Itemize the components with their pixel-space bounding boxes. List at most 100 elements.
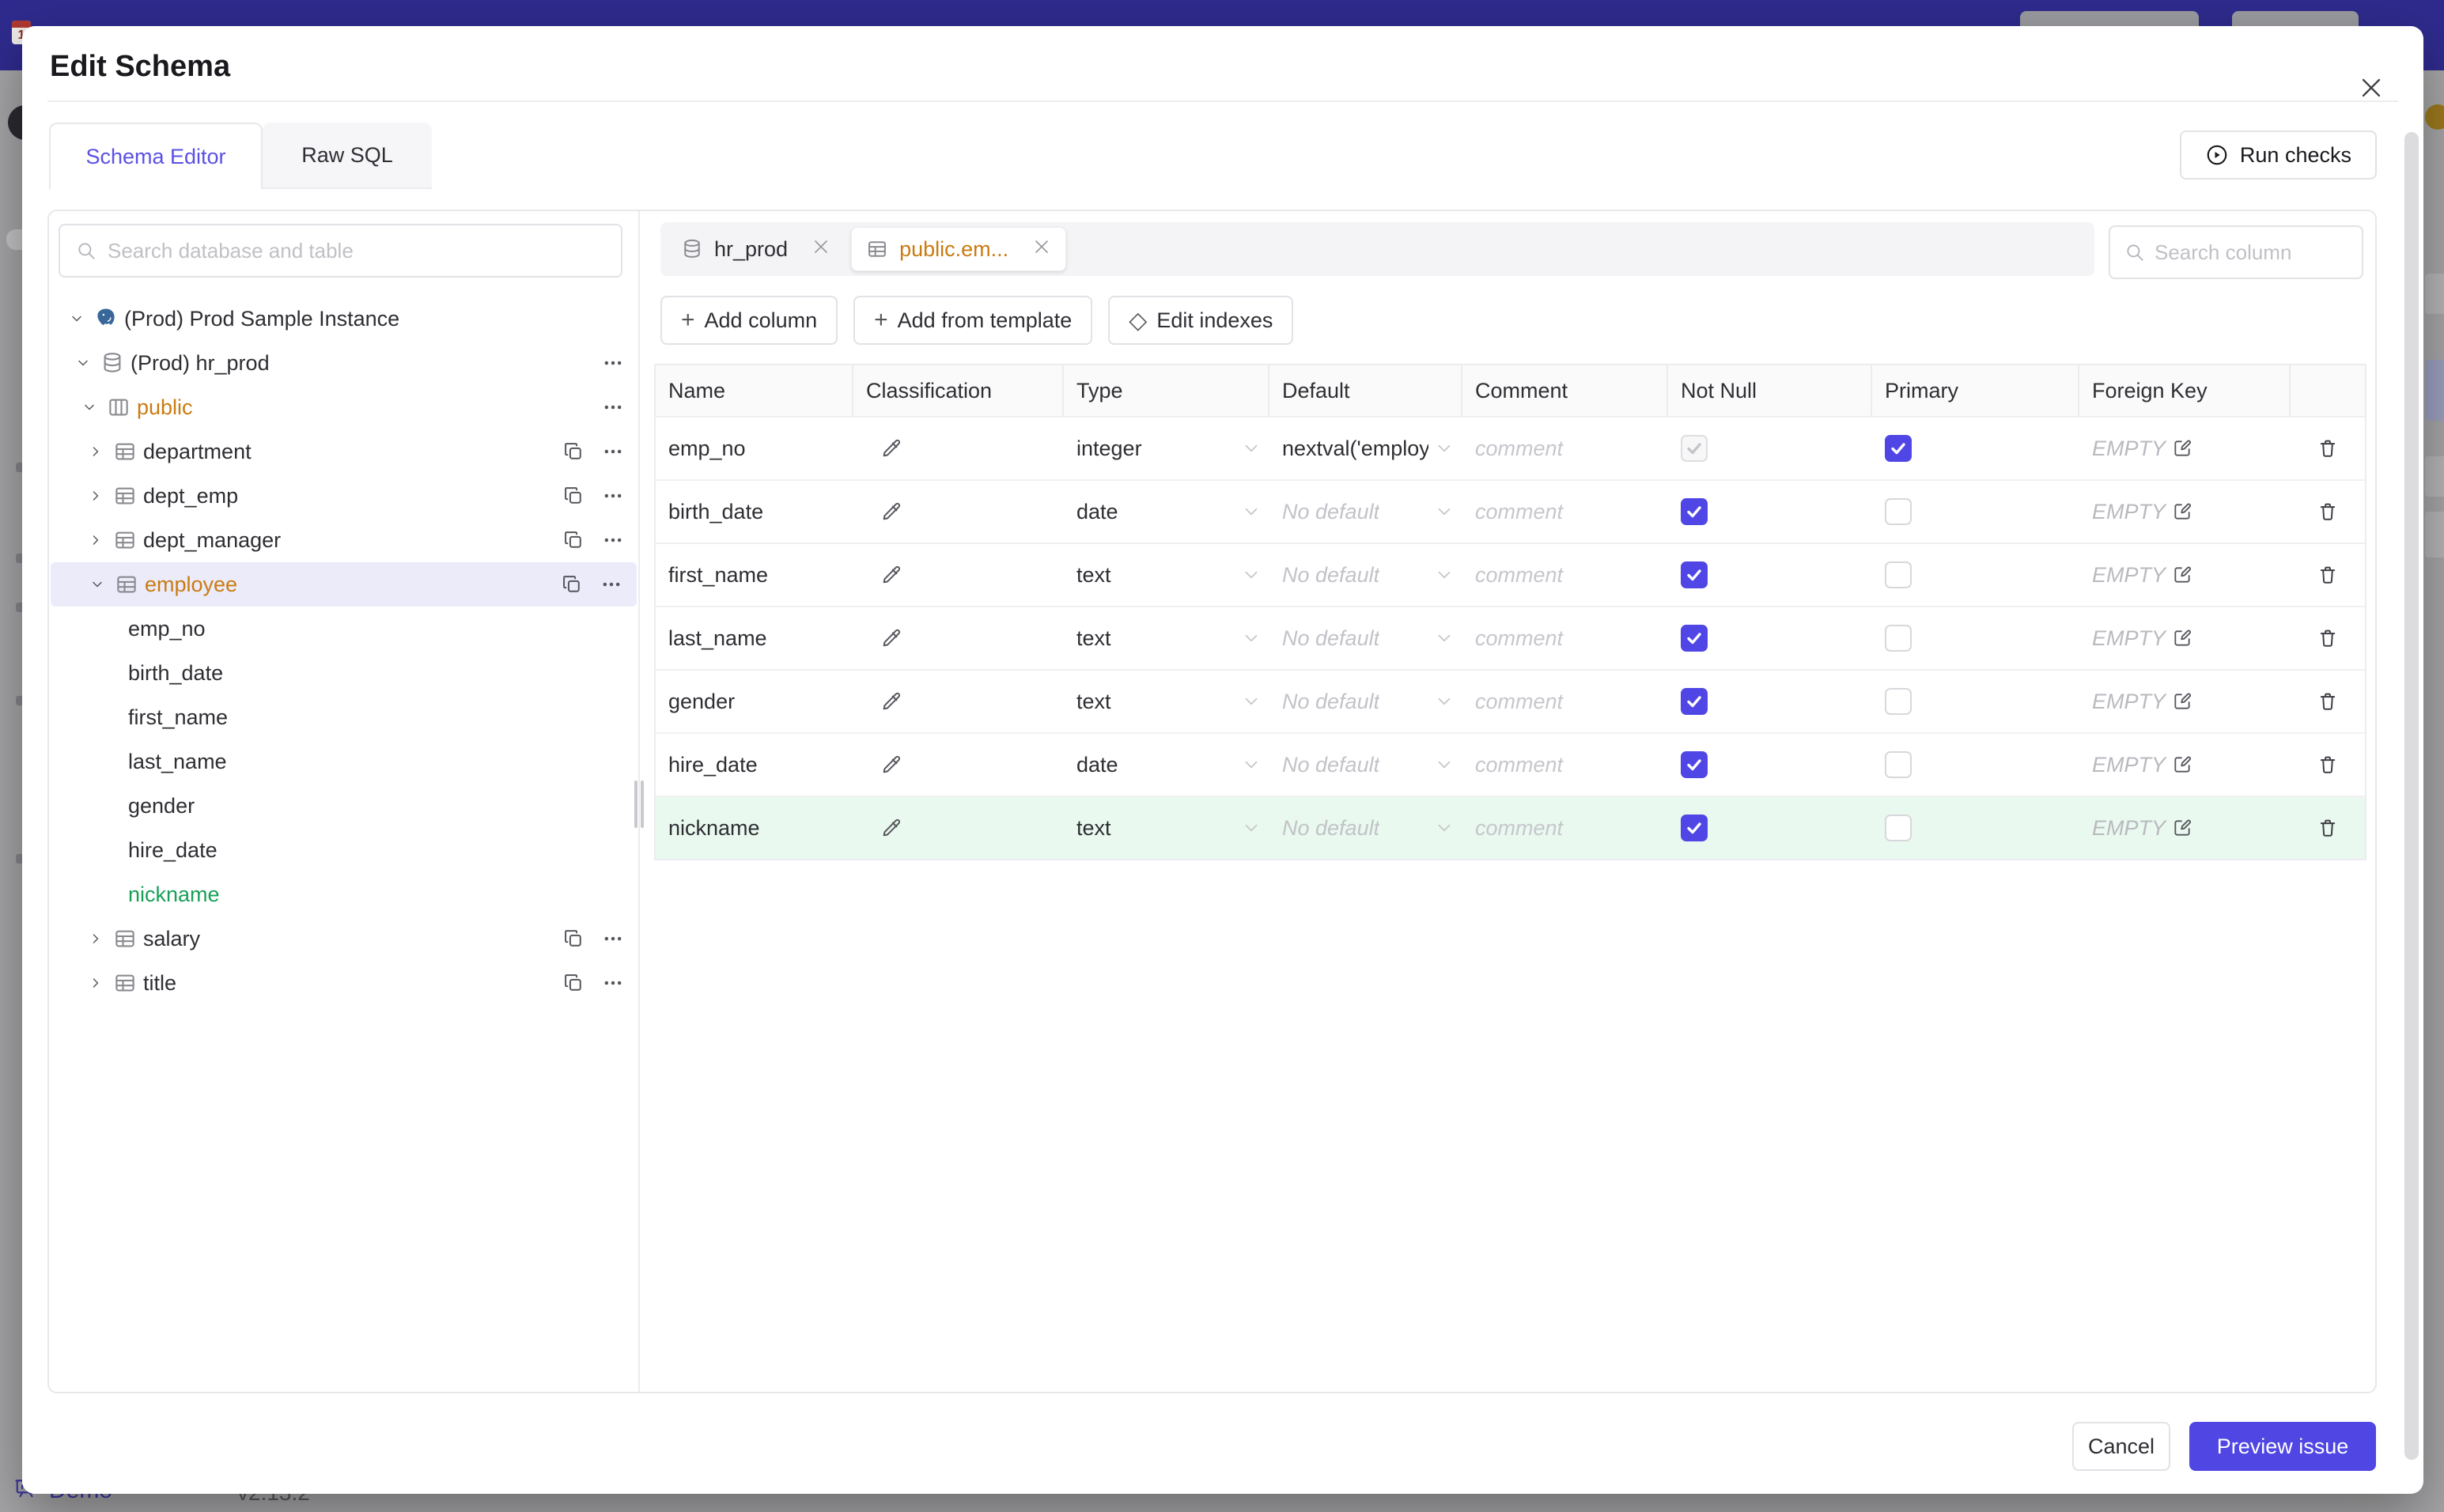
delete-row-cell[interactable]: [2291, 734, 2365, 796]
tree-item-gender[interactable]: gender: [49, 784, 638, 828]
classification-cell[interactable]: [853, 481, 1064, 542]
more-menu-icon[interactable]: [602, 928, 624, 950]
comment-cell[interactable]: comment: [1462, 671, 1668, 732]
tree-search-input[interactable]: Search database and table: [59, 224, 622, 278]
trash-icon[interactable]: [2317, 754, 2339, 776]
classification-cell[interactable]: [853, 607, 1064, 669]
classification-cell[interactable]: [853, 544, 1064, 606]
copy-icon[interactable]: [562, 440, 585, 463]
edit-square-icon[interactable]: [2172, 501, 2192, 522]
column-search-input[interactable]: Search column: [2109, 225, 2363, 279]
not-null-checkbox[interactable]: [1681, 815, 1708, 841]
foreign-key-cell[interactable]: EMPTY: [2079, 607, 2291, 669]
modal-scrollbar[interactable]: [2404, 132, 2419, 1460]
delete-row-cell[interactable]: [2291, 481, 2365, 542]
primary-checkbox[interactable]: [1885, 815, 1912, 841]
trash-icon[interactable]: [2317, 627, 2339, 649]
comment-cell[interactable]: comment: [1462, 544, 1668, 606]
primary-checkbox[interactable]: [1885, 625, 1912, 652]
type-cell[interactable]: text: [1064, 607, 1269, 669]
edit-square-icon[interactable]: [2172, 818, 2192, 838]
foreign-key-cell[interactable]: EMPTY: [2079, 544, 2291, 606]
tree-item-title[interactable]: title: [49, 961, 638, 1005]
type-cell[interactable]: integer: [1064, 418, 1269, 479]
tree-item-first_name[interactable]: first_name: [49, 695, 638, 739]
chevron-down-icon[interactable]: [89, 576, 105, 592]
pencil-icon[interactable]: [880, 690, 902, 713]
not-null-checkbox[interactable]: [1681, 751, 1708, 778]
tree-item-birth_date[interactable]: birth_date: [49, 651, 638, 695]
pencil-icon[interactable]: [880, 564, 902, 586]
edit-square-icon[interactable]: [2172, 438, 2192, 459]
column-name-cell[interactable]: nickname: [656, 797, 853, 859]
pencil-icon[interactable]: [880, 501, 902, 523]
chevron-right-icon[interactable]: [88, 444, 104, 459]
close-icon[interactable]: [812, 237, 830, 262]
tab-raw-sql[interactable]: Raw SQL: [263, 123, 432, 189]
copy-icon[interactable]: [562, 485, 585, 507]
editor-tab-hr_prod[interactable]: hr_prod: [667, 228, 845, 270]
type-cell[interactable]: text: [1064, 544, 1269, 606]
trash-icon[interactable]: [2317, 437, 2339, 459]
chevron-down-icon[interactable]: [75, 355, 91, 371]
tree-item-emp_no[interactable]: emp_no: [49, 607, 638, 651]
close-icon[interactable]: [1032, 237, 1051, 262]
tree-item-salary[interactable]: salary: [49, 917, 638, 961]
foreign-key-cell[interactable]: EMPTY: [2079, 797, 2291, 859]
comment-cell[interactable]: comment: [1462, 418, 1668, 479]
classification-cell[interactable]: [853, 671, 1064, 732]
tree-item-public[interactable]: public: [49, 385, 638, 429]
more-menu-icon[interactable]: [600, 573, 622, 595]
preview-issue-button[interactable]: Preview issue: [2189, 1422, 2376, 1471]
trash-icon[interactable]: [2317, 501, 2339, 523]
chevron-right-icon[interactable]: [88, 532, 104, 548]
column-name-cell[interactable]: gender: [656, 671, 853, 732]
tree-item-employee[interactable]: employee: [51, 562, 637, 607]
chevron-down-icon[interactable]: [81, 399, 97, 415]
primary-checkbox[interactable]: [1885, 498, 1912, 525]
more-menu-icon[interactable]: [602, 529, 624, 551]
primary-checkbox[interactable]: [1885, 561, 1912, 588]
delete-row-cell[interactable]: [2291, 544, 2365, 606]
chevron-right-icon[interactable]: [88, 931, 104, 947]
primary-checkbox[interactable]: [1885, 751, 1912, 778]
tree-item-nickname[interactable]: nickname: [49, 872, 638, 917]
copy-icon[interactable]: [562, 972, 585, 994]
trash-icon[interactable]: [2317, 564, 2339, 586]
delete-row-cell[interactable]: [2291, 797, 2365, 859]
edit-square-icon[interactable]: [2172, 691, 2192, 712]
editor-tab-public.em...[interactable]: public.em...: [851, 227, 1067, 271]
tree-item--Prod-Prod-Sample-Instance[interactable]: (Prod) Prod Sample Instance: [49, 297, 638, 341]
foreign-key-cell[interactable]: EMPTY: [2079, 671, 2291, 732]
pencil-icon[interactable]: [880, 754, 902, 776]
edit-square-icon[interactable]: [2172, 565, 2192, 585]
trash-icon[interactable]: [2317, 690, 2339, 713]
primary-checkbox[interactable]: [1885, 435, 1912, 462]
comment-cell[interactable]: comment: [1462, 734, 1668, 796]
add-column-button[interactable]: + Add column: [660, 296, 838, 345]
pencil-icon[interactable]: [880, 437, 902, 459]
comment-cell[interactable]: comment: [1462, 481, 1668, 542]
edit-square-icon[interactable]: [2172, 628, 2192, 648]
pencil-icon[interactable]: [880, 817, 902, 839]
default-cell[interactable]: nextval('employ: [1269, 418, 1462, 479]
tree-item-hire_date[interactable]: hire_date: [49, 828, 638, 872]
edit-indexes-button[interactable]: ◇ Edit indexes: [1108, 296, 1294, 345]
chevron-right-icon[interactable]: [88, 488, 104, 504]
type-cell[interactable]: date: [1064, 734, 1269, 796]
tree-item-dept_manager[interactable]: dept_manager: [49, 518, 638, 562]
column-name-cell[interactable]: birth_date: [656, 481, 853, 542]
copy-icon[interactable]: [561, 573, 583, 595]
cancel-button[interactable]: Cancel: [2072, 1422, 2170, 1471]
more-menu-icon[interactable]: [602, 485, 624, 507]
column-name-cell[interactable]: first_name: [656, 544, 853, 606]
foreign-key-cell[interactable]: EMPTY: [2079, 734, 2291, 796]
delete-row-cell[interactable]: [2291, 607, 2365, 669]
run-checks-button[interactable]: Run checks: [2179, 130, 2377, 180]
default-cell[interactable]: No default: [1269, 671, 1462, 732]
type-cell[interactable]: date: [1064, 481, 1269, 542]
tree-item-dept_emp[interactable]: dept_emp: [49, 474, 638, 518]
comment-cell[interactable]: comment: [1462, 797, 1668, 859]
tree-item-department[interactable]: department: [49, 429, 638, 474]
not-null-checkbox[interactable]: [1681, 561, 1708, 588]
